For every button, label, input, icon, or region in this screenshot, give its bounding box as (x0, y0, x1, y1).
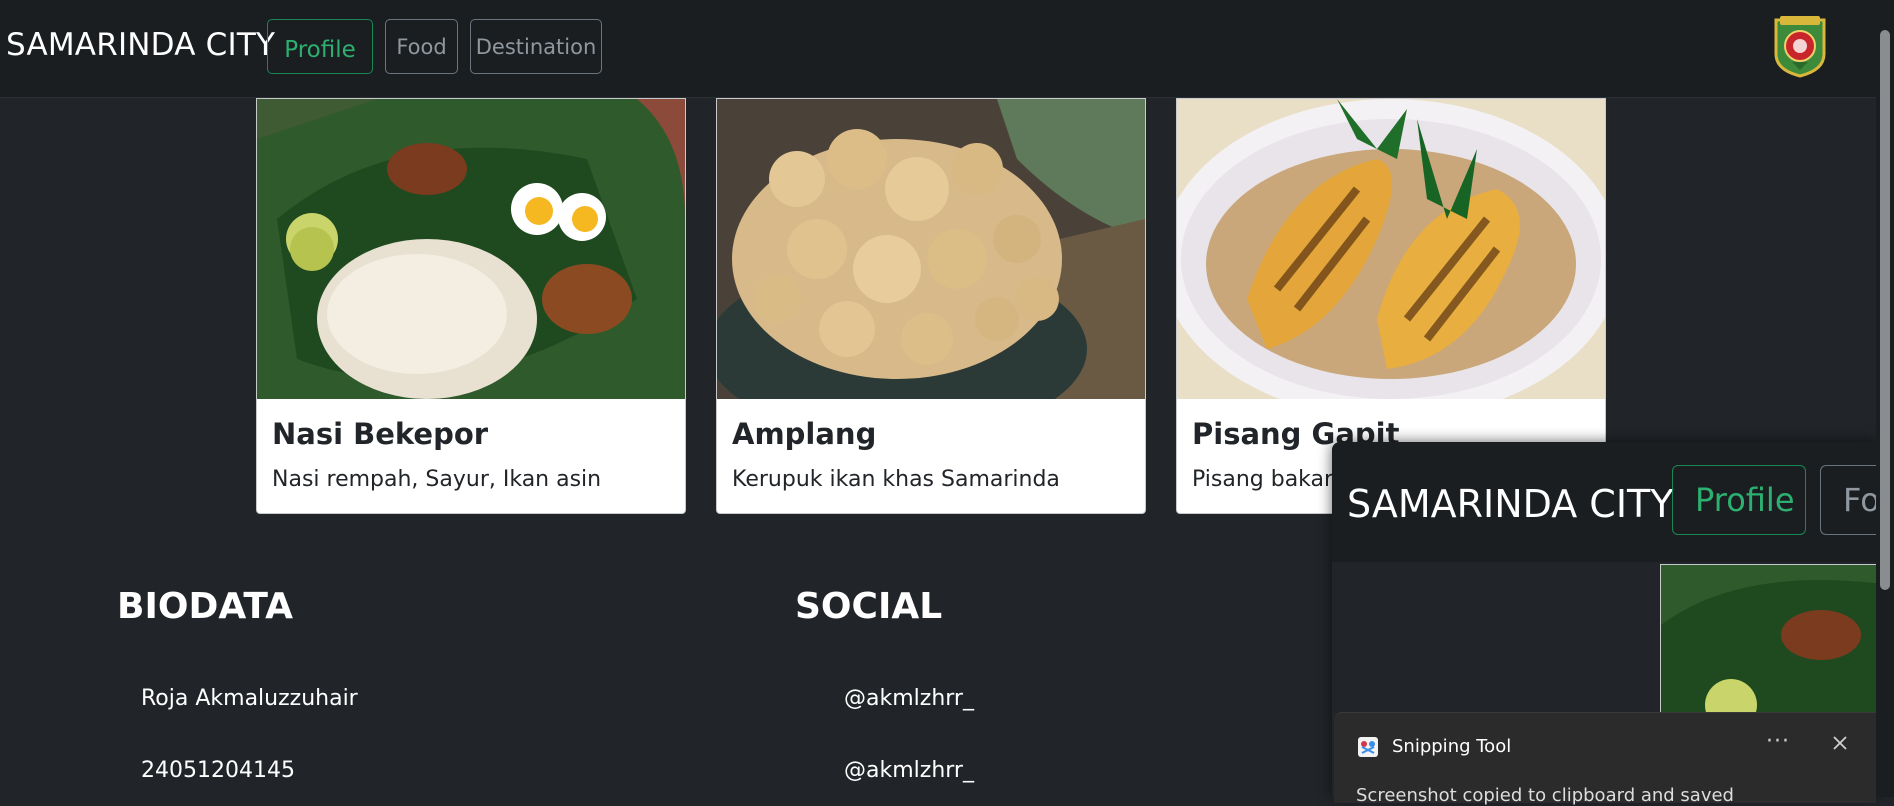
card-title: Nasi Bekepor (272, 417, 489, 451)
card-title: Amplang (732, 417, 877, 451)
social-heading: SOCIAL (795, 586, 943, 627)
card-text: Kerupuk ikan khas Samarinda (732, 467, 1060, 492)
biodata-name: Roja Akmaluzzuhair (141, 686, 358, 711)
preview-navbar: SAMARINDA CITY Profile Foo (1332, 442, 1878, 562)
toast-message: Screenshot copied to clipboard and saved (1356, 785, 1734, 806)
page-scrollbar[interactable] (1876, 0, 1894, 797)
nav-button-food[interactable]: Food (385, 19, 458, 74)
preview-brand: SAMARINDA CITY (1347, 482, 1674, 526)
food-card-amplang[interactable]: Amplang Kerupuk ikan khas Samarinda (716, 98, 1146, 514)
snipping-tool-notification[interactable]: Snipping Tool ··· Screenshot copied to c… (1334, 712, 1876, 806)
snipping-tool-icon (1358, 737, 1378, 757)
card-text: Nasi rempah, Sayur, Ikan asin (272, 467, 602, 492)
amplang-photo (717, 99, 1145, 399)
social-link[interactable]: @akmlzhrr_ (844, 758, 974, 783)
nav-button-profile[interactable]: Profile (267, 19, 373, 74)
city-emblem-icon[interactable] (1770, 14, 1830, 78)
biodata-id: 24051204145 (141, 758, 295, 783)
preview-button-profile: Profile (1672, 465, 1806, 535)
card-text: Pisang bakar, (1192, 467, 1341, 492)
toast-title: Snipping Tool (1392, 736, 1512, 757)
brand-title[interactable]: SAMARINDA CITY (6, 27, 275, 63)
food-card-nasi-bekepor[interactable]: Nasi Bekepor Nasi rempah, Sayur, Ikan as… (256, 98, 686, 514)
navbar: SAMARINDA CITY Profile Food Destination (0, 0, 1876, 98)
scrollbar-thumb[interactable] (1880, 30, 1890, 590)
nav-button-destination[interactable]: Destination (470, 19, 602, 74)
pisang-gapit-photo (1177, 99, 1605, 399)
more-options-icon[interactable]: ··· (1766, 729, 1790, 754)
close-icon[interactable] (1828, 731, 1852, 755)
social-link[interactable]: @akmlzhrr_ (844, 686, 974, 711)
biodata-heading: BIODATA (117, 586, 294, 627)
nasi-bekepor-photo (257, 99, 685, 399)
preview-button-food: Foo (1820, 465, 1878, 535)
